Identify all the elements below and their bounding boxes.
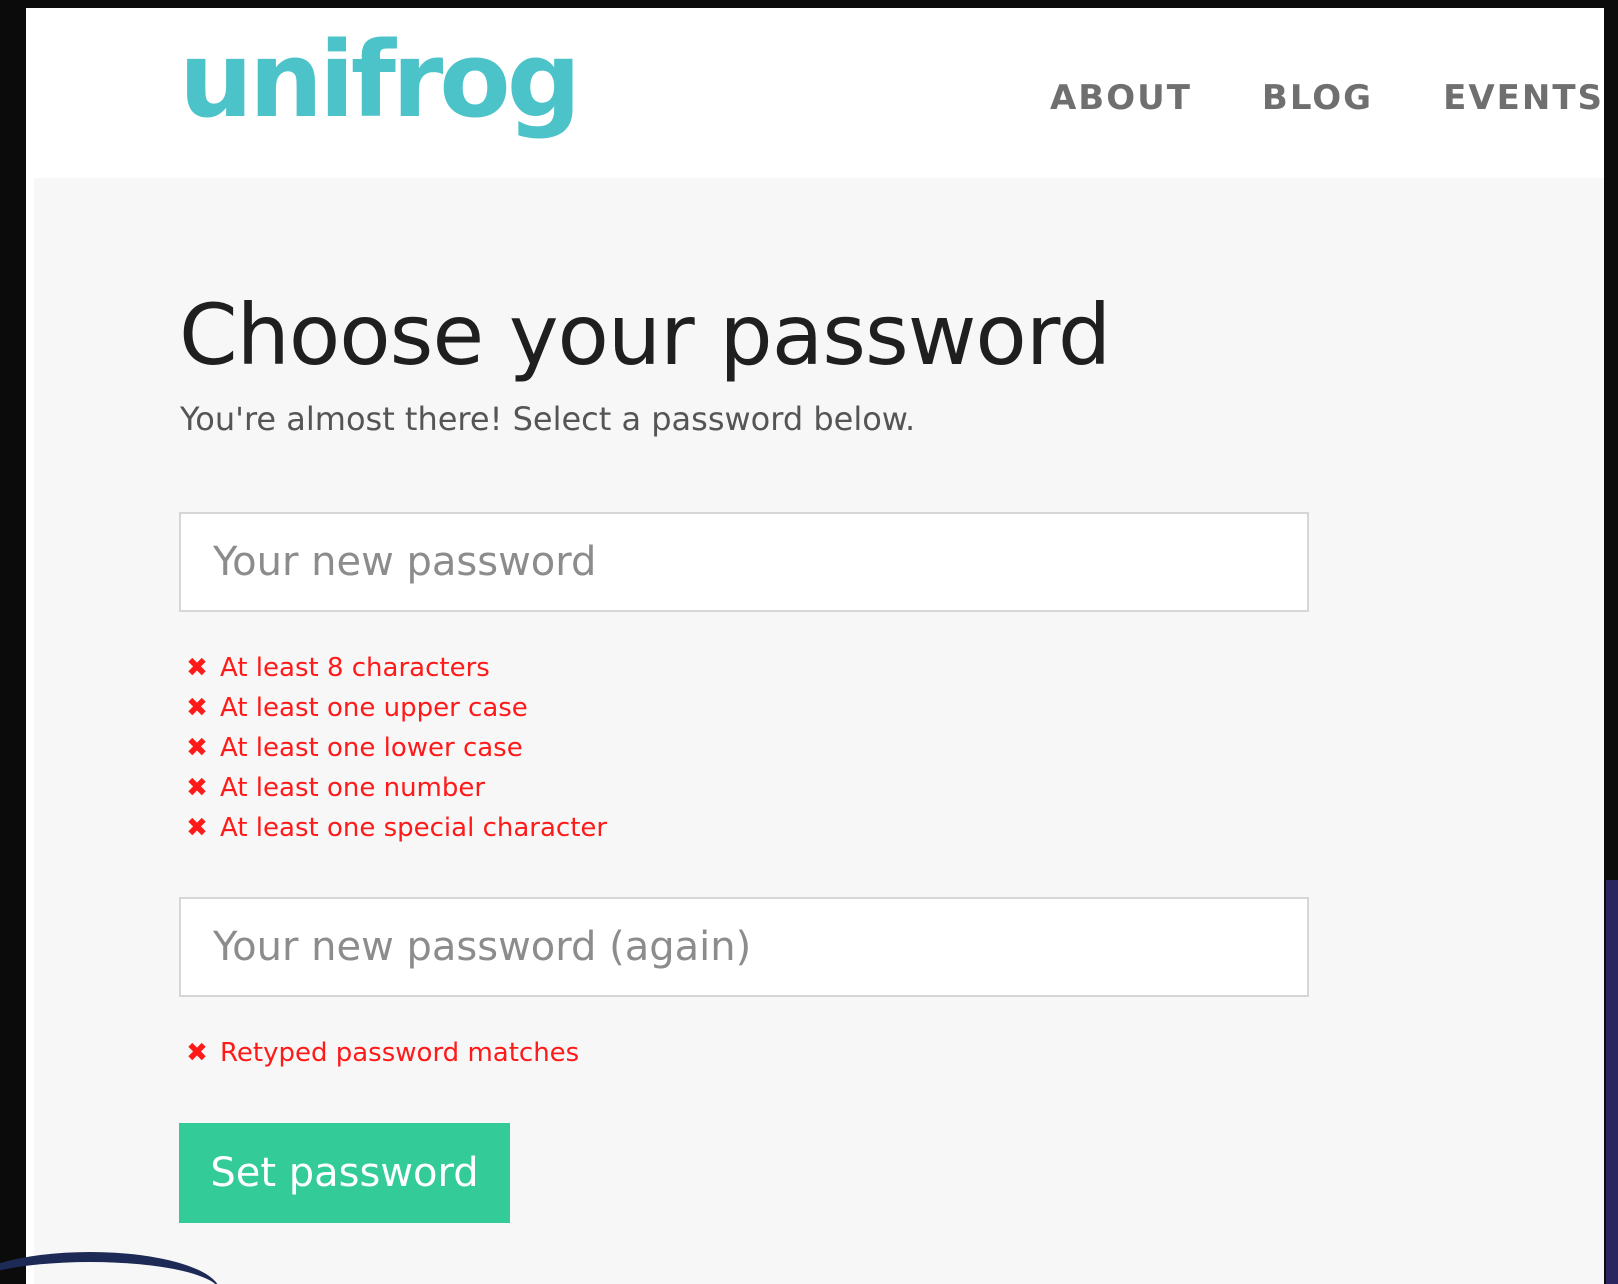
rule-label: At least one number <box>220 773 486 803</box>
nav-link-blog[interactable]: BLOG <box>1262 78 1373 118</box>
site-header: unifrog ABOUT BLOG EVENTS <box>34 8 1604 178</box>
rule-upper-case: ✖ At least one upper case <box>186 688 607 728</box>
confirm-password-input[interactable] <box>179 897 1309 997</box>
x-icon: ✖ <box>186 773 208 803</box>
rule-label: At least 8 characters <box>220 653 490 683</box>
password-rules-list: ✖ At least 8 characters ✖ At least one u… <box>186 648 607 848</box>
rule-label: Retyped password matches <box>220 1038 580 1068</box>
page-subtitle: You're almost there! Select a password b… <box>180 400 916 438</box>
page-title: Choose your password <box>179 286 1111 384</box>
rule-label: At least one lower case <box>220 733 523 763</box>
rule-min-length: ✖ At least 8 characters <box>186 648 607 688</box>
frame-border-top <box>0 0 1618 8</box>
nav-link-events[interactable]: EVENTS <box>1443 78 1604 118</box>
x-icon: ✖ <box>186 733 208 763</box>
new-password-input[interactable] <box>179 512 1309 612</box>
rule-special-character: ✖ At least one special character <box>186 808 607 848</box>
x-icon: ✖ <box>186 813 208 843</box>
frame-border-left <box>0 0 26 1284</box>
rule-lower-case: ✖ At least one lower case <box>186 728 607 768</box>
unifrog-logo[interactable]: unifrog <box>179 28 581 132</box>
confirm-rules-list: ✖ Retyped password matches <box>186 1033 579 1073</box>
x-icon: ✖ <box>186 693 208 723</box>
x-icon: ✖ <box>186 1038 208 1068</box>
rule-number: ✖ At least one number <box>186 768 607 808</box>
rule-label: At least one special character <box>220 813 608 843</box>
main-nav: ABOUT BLOG EVENTS <box>1050 78 1604 118</box>
set-password-button[interactable]: Set password <box>179 1123 510 1223</box>
frame-accent <box>1606 880 1618 1284</box>
rule-password-match: ✖ Retyped password matches <box>186 1033 579 1073</box>
password-form-section: Choose your password You're almost there… <box>34 178 1604 1284</box>
x-icon: ✖ <box>186 653 208 683</box>
page: unifrog ABOUT BLOG EVENTS Choose your pa… <box>0 0 1618 1284</box>
nav-link-about[interactable]: ABOUT <box>1050 78 1192 118</box>
rule-label: At least one upper case <box>220 693 528 723</box>
